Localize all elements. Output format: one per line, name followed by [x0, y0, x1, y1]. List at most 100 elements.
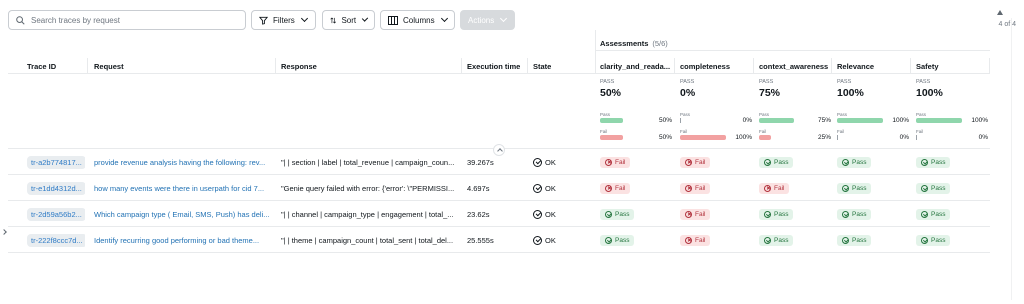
- request-link[interactable]: Which campaign type ( Email, SMS, Push) …: [94, 201, 272, 227]
- column-header-completeness[interactable]: completeness: [680, 62, 730, 71]
- pass-bar: [837, 118, 883, 123]
- column-divider[interactable]: [753, 58, 754, 74]
- pass-bar-row: Pass 0%: [680, 112, 752, 124]
- assessment-pass-badge[interactable]: Pass: [916, 234, 951, 246]
- column-header-context-awareness[interactable]: context_awareness: [759, 62, 828, 71]
- state-label: OK: [545, 157, 556, 167]
- check-circle-icon: [764, 236, 771, 244]
- column-divider[interactable]: [831, 58, 832, 74]
- assessment-pass-badge[interactable]: Pass: [600, 234, 635, 246]
- column-divider[interactable]: [595, 30, 596, 74]
- trace-id-link[interactable]: tr-222f8ccc7d...: [27, 233, 85, 247]
- column-divider[interactable]: [989, 58, 990, 74]
- x-circle-icon: [764, 184, 771, 192]
- summary-percent: 100%: [837, 87, 864, 99]
- trace-id-link[interactable]: tr-a2b774817...: [27, 155, 85, 169]
- column-header-state[interactable]: State: [533, 62, 551, 71]
- filters-button[interactable]: Filters: [251, 10, 316, 30]
- check-circle-icon: [921, 210, 928, 218]
- summary-label: PASS: [600, 79, 615, 85]
- table-row[interactable]: tr-2d59a56b2... Which campaign type ( Ema…: [0, 201, 990, 227]
- column-divider[interactable]: [527, 58, 528, 74]
- execution-time-cell: 39.267s: [467, 157, 494, 167]
- assessment-pass-badge[interactable]: Pass: [759, 156, 794, 168]
- assessment-pass-badge[interactable]: Pass: [837, 156, 872, 168]
- header-divider: [8, 73, 990, 74]
- summary-percent: 0%: [680, 87, 696, 99]
- assessment-fail-badge[interactable]: Fail: [680, 156, 711, 168]
- assessment-pass-badge[interactable]: Pass: [837, 234, 872, 246]
- assessment-result-label: Fail: [615, 158, 626, 166]
- column-header-safety[interactable]: Safety: [916, 62, 939, 71]
- actions-button[interactable]: Actions: [460, 10, 515, 30]
- summary-label: PASS: [680, 79, 695, 85]
- sort-icon: [330, 16, 337, 24]
- trace-id-link[interactable]: tr-e1dd4312d...: [27, 181, 85, 195]
- table-row[interactable]: tr-222f8ccc7d... Identify recurring good …: [0, 227, 990, 253]
- assessment-pass-badge[interactable]: Pass: [600, 208, 635, 220]
- column-divider[interactable]: [275, 58, 276, 74]
- column-header-trace-id[interactable]: Trace ID: [27, 62, 56, 71]
- trace-id-link[interactable]: tr-2d59a56b2...: [27, 207, 85, 221]
- fail-bar: [600, 135, 623, 140]
- column-header-request[interactable]: Request: [94, 62, 124, 71]
- column-divider[interactable]: [910, 58, 911, 74]
- assessment-result-label: Pass: [852, 158, 867, 166]
- assessment-pass-badge[interactable]: Pass: [837, 208, 872, 220]
- column-divider[interactable]: [461, 58, 462, 74]
- assessment-result-label: Pass: [852, 184, 867, 192]
- column-header-relevance[interactable]: Relevance: [837, 62, 874, 71]
- assessment-summary: PASS 75% Pass 75% Fail 25%: [759, 79, 831, 141]
- check-circle-icon: [533, 183, 542, 193]
- pass-bar-percent: 100%: [971, 117, 988, 124]
- assessment-fail-badge[interactable]: Fail: [680, 234, 711, 246]
- column-header-response[interactable]: Response: [281, 62, 317, 71]
- assessment-pass-badge[interactable]: Pass: [759, 234, 794, 246]
- state-label: OK: [545, 235, 556, 245]
- column-header-execution-time[interactable]: Execution time: [467, 62, 520, 71]
- summary-label: PASS: [837, 79, 852, 85]
- assessment-fail-badge[interactable]: Fail: [680, 208, 711, 220]
- assessment-pass-badge[interactable]: Pass: [837, 182, 872, 194]
- vertical-scrollbar[interactable]: [1011, 18, 1012, 300]
- assessment-fail-badge[interactable]: Fail: [759, 182, 790, 194]
- assessment-fail-badge[interactable]: Fail: [680, 182, 711, 194]
- column-divider[interactable]: [87, 58, 88, 74]
- assessment-summary: PASS 100% Pass 100% Fail 0%: [916, 79, 988, 141]
- assessment-fail-badge[interactable]: Fail: [600, 182, 631, 194]
- fail-bar-row: Fail 0%: [916, 129, 988, 141]
- table-row[interactable]: tr-a2b774817... provide revenue analysis …: [0, 149, 990, 175]
- pagination-count: 4 of 4: [998, 21, 1016, 28]
- request-link[interactable]: provide revenue analysis having the foll…: [94, 149, 272, 175]
- request-link[interactable]: how many events were there in userpath f…: [94, 175, 272, 201]
- chevron-down-icon: [440, 14, 448, 23]
- column-header-clarity[interactable]: clarity_and_reada...: [600, 62, 670, 71]
- assessment-result-label: Pass: [615, 210, 630, 218]
- assessment-result-label: Pass: [852, 210, 867, 218]
- state-cell: OK: [533, 175, 593, 201]
- assessment-result-label: Fail: [695, 184, 706, 192]
- chevron-down-icon: [300, 14, 308, 23]
- scroll-up-arrow-icon[interactable]: [997, 10, 1003, 15]
- assessment-pass-badge[interactable]: Pass: [916, 182, 951, 194]
- assessment-result-label: Pass: [615, 236, 630, 244]
- columns-button[interactable]: Columns: [380, 10, 455, 30]
- check-circle-icon: [533, 235, 542, 245]
- assessment-pass-badge[interactable]: Pass: [916, 208, 951, 220]
- chevron-down-icon: [361, 15, 369, 22]
- search-input[interactable]: [31, 15, 231, 25]
- fail-bar-row: Fail 50%: [600, 129, 672, 141]
- assessment-pass-badge[interactable]: Pass: [759, 208, 794, 220]
- assessment-result-label: Pass: [774, 210, 789, 218]
- assessment-fail-badge[interactable]: Fail: [600, 156, 631, 168]
- column-divider[interactable]: [674, 58, 675, 74]
- assessment-pass-badge[interactable]: Pass: [916, 156, 951, 168]
- assessment-result-label: Fail: [695, 236, 706, 244]
- search-box[interactable]: [8, 10, 246, 30]
- execution-time-cell: 23.62s: [467, 209, 490, 219]
- fail-bar-percent: 0%: [899, 134, 909, 141]
- summary-label: PASS: [759, 79, 774, 85]
- request-link[interactable]: Identify recurring good performing or ba…: [94, 227, 272, 253]
- table-row[interactable]: tr-e1dd4312d... how many events were ther…: [0, 175, 990, 201]
- sort-button[interactable]: Sort: [322, 10, 375, 30]
